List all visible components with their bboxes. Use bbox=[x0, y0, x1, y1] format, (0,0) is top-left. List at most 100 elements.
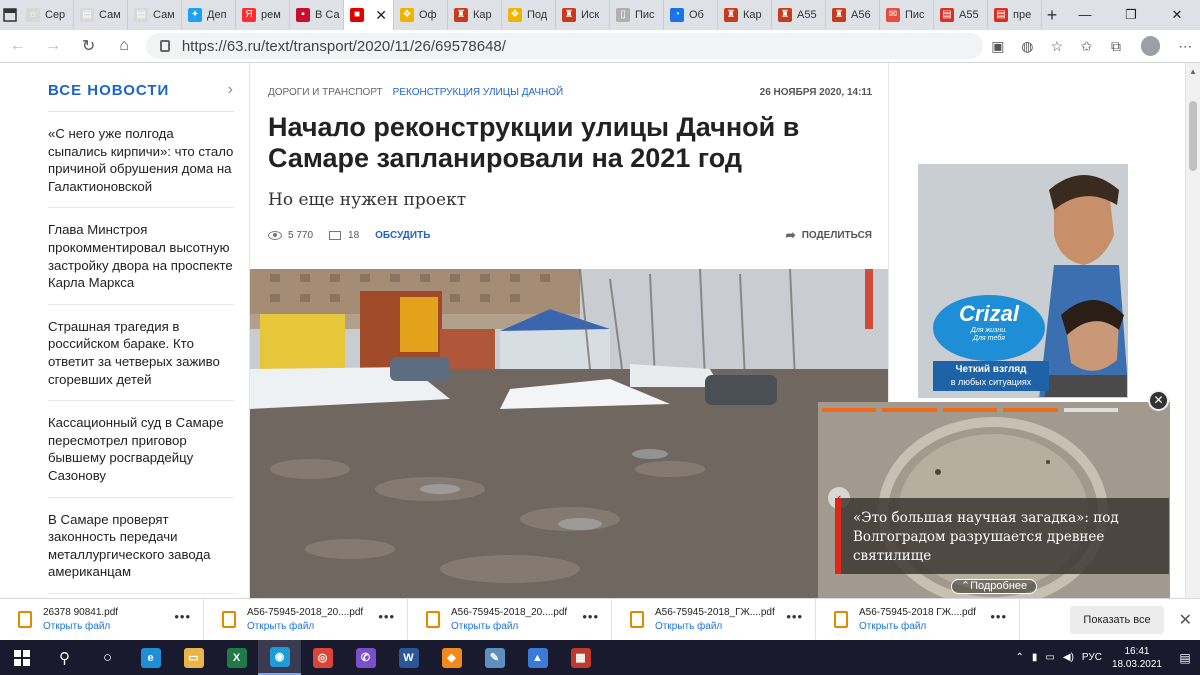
window-menu-icon[interactable] bbox=[0, 0, 20, 30]
news-item-link[interactable]: «С него уже полгода сыпались кирпичи»: ч… bbox=[48, 112, 234, 209]
clock[interactable]: 16:41 18.03.2021 bbox=[1112, 645, 1162, 671]
discuss-link[interactable]: ОБСУДИТЬ bbox=[375, 230, 430, 241]
browser-tab[interactable]: ✉ Пис bbox=[880, 0, 934, 30]
download-options-icon[interactable]: ••• bbox=[582, 609, 599, 624]
minimize-button[interactable]: — bbox=[1062, 7, 1108, 23]
restore-button[interactable]: ❐ bbox=[1108, 7, 1154, 23]
browser-tab[interactable]: ♜ Кар bbox=[718, 0, 772, 30]
browser-tab[interactable]: ❖ Оф bbox=[394, 0, 448, 30]
browser-tab[interactable]: ◔ Об bbox=[664, 0, 718, 30]
close-window-button[interactable]: ✕ bbox=[1154, 7, 1200, 23]
favorite-star-icon[interactable]: ☆ bbox=[1042, 38, 1072, 55]
browser-tab[interactable]: ▪ В Са bbox=[290, 0, 344, 30]
language-indicator[interactable]: РУС bbox=[1082, 652, 1102, 663]
network-icon[interactable]: ▭ bbox=[1045, 652, 1054, 663]
download-options-icon[interactable]: ••• bbox=[174, 609, 191, 624]
tray-chevron-icon[interactable]: ⌃ bbox=[1016, 652, 1024, 663]
photos-taskbar-icon[interactable]: ▲ bbox=[516, 640, 559, 675]
tray-app-icon[interactable]: ▮ bbox=[1032, 652, 1038, 663]
home-button[interactable]: ⌂ bbox=[106, 37, 141, 55]
collections-icon[interactable]: ⧉ bbox=[1101, 38, 1131, 55]
tab-favicon-icon: ❖ bbox=[400, 8, 414, 22]
browser-tab[interactable]: ▤ пре bbox=[988, 0, 1042, 30]
paint-taskbar-icon[interactable]: ✎ bbox=[473, 640, 516, 675]
browser-tab[interactable]: ♜ А56 bbox=[826, 0, 880, 30]
notifications-icon[interactable]: ▤ bbox=[1170, 651, 1200, 665]
advertisement-banner[interactable]: ✕ Crizal Для жизни. Для тебя Четкий взгл… bbox=[918, 164, 1128, 398]
address-bar-row: ← → ↻ ⌂ https://63.ru/text/transport/202… bbox=[0, 30, 1200, 63]
news-item-link[interactable]: Страшная трагедия в российском бараке. К… bbox=[48, 305, 234, 402]
show-all-downloads-button[interactable]: Показать все bbox=[1070, 605, 1164, 634]
search-icon[interactable]: ⚲ bbox=[43, 640, 86, 675]
browser-tab[interactable]: ■ ✕ bbox=[344, 0, 394, 30]
all-news-header[interactable]: ВСЕ НОВОСТИ › bbox=[48, 81, 234, 112]
open-file-link[interactable]: Открыть файл bbox=[655, 621, 775, 632]
edge-taskbar-icon[interactable]: ◉ bbox=[258, 640, 301, 675]
browser-tab[interactable]: ✦ Деп bbox=[182, 0, 236, 30]
word-taskbar-icon[interactable]: W bbox=[387, 640, 430, 675]
url-field[interactable]: https://63.ru/text/transport/2020/11/26/… bbox=[145, 33, 984, 59]
browser-tab[interactable]: ❖ Под bbox=[502, 0, 556, 30]
new-tab-button[interactable]: + bbox=[1042, 5, 1062, 26]
open-file-link[interactable]: Открыть файл bbox=[43, 621, 118, 632]
excel-icon: X bbox=[226, 647, 247, 668]
browser-tab[interactable]: ▤ А55 bbox=[934, 0, 988, 30]
browser-tab[interactable]: ☼ Сер bbox=[20, 0, 74, 30]
more-menu-icon[interactable]: ⋯ bbox=[1170, 38, 1200, 55]
download-item[interactable]: А56-75945-2018 ГЖ....pdf Открыть файл ••• bbox=[816, 598, 1020, 641]
volume-icon[interactable]: ◀) bbox=[1063, 652, 1074, 663]
open-file-link[interactable]: Открыть файл bbox=[859, 621, 976, 632]
tab-title: Об bbox=[689, 9, 704, 21]
page-scrollbar[interactable]: ▲ bbox=[1185, 63, 1200, 598]
back-button[interactable]: ← bbox=[0, 37, 35, 55]
download-item[interactable]: А56-75945-2018_ГЖ....pdf Открыть файл ••• bbox=[612, 598, 816, 641]
tracking-icon[interactable]: ◍ bbox=[1013, 38, 1043, 55]
news-item-link[interactable]: В Самаре проверят законность передачи ме… bbox=[48, 498, 234, 594]
download-options-icon[interactable]: ••• bbox=[786, 609, 803, 624]
profile-avatar[interactable] bbox=[1140, 36, 1161, 56]
tag-link[interactable]: РЕКОНСТРУКЦИЯ УЛИЦЫ ДАЧНОЙ bbox=[393, 87, 564, 98]
news-item-link[interactable]: Кассационный суд в Самаре пересмотрел пр… bbox=[48, 401, 234, 498]
excel-taskbar-icon[interactable]: X bbox=[215, 640, 258, 675]
app-orange-taskbar-icon[interactable]: ◆ bbox=[430, 640, 473, 675]
download-item[interactable]: 26378 90841.pdf Открыть файл ••• bbox=[0, 598, 204, 641]
scroll-thumb[interactable] bbox=[1189, 101, 1197, 171]
browser-tab[interactable]: ♜ Кар bbox=[448, 0, 502, 30]
browser-tab[interactable]: ▤ Сам bbox=[74, 0, 128, 30]
popup-close-button[interactable]: ✕ bbox=[1148, 390, 1169, 411]
favorites-list-icon[interactable]: ✩ bbox=[1072, 38, 1102, 55]
open-file-link[interactable]: Открыть файл bbox=[451, 621, 567, 632]
video-teaser-popup[interactable]: ‹ «Это большая научная загадка»: под Вол… bbox=[818, 402, 1170, 598]
share-button[interactable]: ➦ ПОДЕЛИТЬСЯ bbox=[786, 228, 872, 242]
download-item[interactable]: А56-75945-2018_20....pdf Открыть файл ••• bbox=[408, 598, 612, 641]
browser-tab[interactable]: ♜ А55 bbox=[772, 0, 826, 30]
file-explorer-taskbar-icon[interactable]: ▭ bbox=[172, 640, 215, 675]
close-downloads-icon[interactable]: ✕ bbox=[1179, 610, 1192, 630]
task-view-icon[interactable]: ○ bbox=[86, 640, 129, 675]
download-options-icon[interactable]: ••• bbox=[990, 609, 1007, 624]
browser-tab[interactable]: ♜ Иск bbox=[556, 0, 610, 30]
browser-tab[interactable]: Ярем bbox=[236, 0, 290, 30]
download-item[interactable]: А56-75945-2018_20....pdf Открыть файл ••• bbox=[204, 598, 408, 641]
lock-icon bbox=[159, 40, 170, 52]
download-options-icon[interactable]: ••• bbox=[378, 609, 395, 624]
tab-close-icon[interactable]: ✕ bbox=[375, 7, 387, 24]
chrome-taskbar-icon[interactable]: ◎ bbox=[301, 640, 344, 675]
edge-legacy-taskbar-icon[interactable]: e bbox=[129, 640, 172, 675]
forward-button[interactable]: → bbox=[35, 37, 70, 55]
browser-tab[interactable]: ▤ Сам bbox=[128, 0, 182, 30]
open-file-link[interactable]: Открыть файл bbox=[247, 621, 363, 632]
media-taskbar-icon[interactable]: ▦ bbox=[559, 640, 602, 675]
teaser-caption[interactable]: «Это большая научная загадка»: под Волго… bbox=[835, 498, 1169, 574]
reload-button[interactable]: ↻ bbox=[71, 36, 106, 56]
scroll-up-icon[interactable]: ▲ bbox=[1186, 67, 1200, 76]
category-link[interactable]: ДОРОГИ И ТРАНСПОРТ bbox=[268, 87, 383, 98]
more-button[interactable]: ⌃Подробнее bbox=[951, 579, 1037, 594]
start-button[interactable] bbox=[0, 640, 43, 675]
tab-title: Сам bbox=[99, 9, 121, 21]
news-item-link[interactable]: Глава Минстроя прокомментировал высотную… bbox=[48, 208, 234, 305]
viber-taskbar-icon[interactable]: ✆ bbox=[344, 640, 387, 675]
browser-tab[interactable]: ▯ Пис bbox=[610, 0, 664, 30]
story-progress bbox=[822, 408, 1119, 412]
read-aloud-icon[interactable]: ▣ bbox=[983, 38, 1013, 55]
